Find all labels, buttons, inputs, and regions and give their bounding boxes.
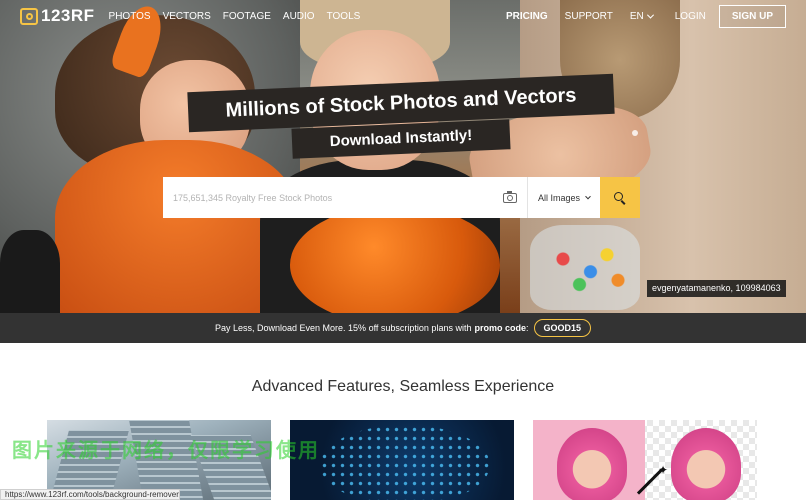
feature-card-buildings[interactable]: [47, 420, 271, 500]
chevron-down-icon: [646, 11, 654, 19]
brand-logo[interactable]: 123RF: [20, 6, 95, 26]
status-bar-url: https://www.123rf.com/tools/background-r…: [0, 489, 180, 500]
feature-card-ai-network[interactable]: [290, 420, 514, 500]
login-link[interactable]: LOGIN: [675, 11, 706, 22]
image-type-select[interactable]: All Images: [528, 177, 600, 218]
building-image: [190, 435, 271, 500]
nav-vectors[interactable]: VECTORS: [163, 11, 211, 22]
language-label: EN: [629, 10, 644, 22]
account-menu: PRICING SUPPORT EN LOGIN SIGN UP: [506, 4, 786, 28]
search-input[interactable]: [163, 177, 503, 218]
language-selector[interactable]: EN: [629, 10, 654, 22]
feature-card-background-remover[interactable]: ✦: [533, 420, 757, 500]
hero-photo-shadow: [0, 230, 60, 313]
search-button[interactable]: [600, 177, 640, 218]
promo-bar: Pay Less, Download Even More. 15% off su…: [0, 313, 806, 343]
info-dot-icon[interactable]: [632, 130, 638, 136]
logo-text: 123RF: [41, 6, 95, 25]
promo-code-label: promo code: [474, 323, 526, 333]
signup-button[interactable]: SIGN UP: [718, 4, 786, 28]
main-menu: PHOTOS VECTORS FOOTAGE AUDIO TOOLS: [109, 11, 361, 22]
portrait-cutout: [671, 428, 741, 500]
hero-photo-candy-jar: [530, 225, 640, 310]
nav-audio[interactable]: AUDIO: [283, 11, 315, 22]
nav-tools[interactable]: TOOLS: [327, 11, 361, 22]
promo-colon: :: [525, 323, 529, 333]
features-heading: Advanced Features, Seamless Experience: [251, 378, 555, 395]
network-graphic: [320, 425, 490, 500]
logo-camera-icon: [20, 7, 38, 25]
page: 123RF PHOTOS VECTORS FOOTAGE AUDIO TOOLS…: [0, 0, 806, 500]
sparkle-icon: ✦: [658, 463, 669, 477]
hero-photo-pumpkin: [290, 205, 500, 313]
search-bar: All Images: [163, 177, 640, 218]
promo-code-badge[interactable]: GOOD15: [533, 319, 592, 337]
promo-text: Pay Less, Download Even More. 15% off su…: [214, 323, 472, 333]
top-navigation: 123RF PHOTOS VECTORS FOOTAGE AUDIO TOOLS…: [0, 0, 806, 32]
search-icon: [614, 191, 626, 204]
chevron-down-icon: [585, 193, 591, 199]
hero-banner: 123RF PHOTOS VECTORS FOOTAGE AUDIO TOOLS…: [0, 0, 806, 313]
nav-support[interactable]: SUPPORT: [565, 11, 613, 22]
building-image: [129, 420, 205, 500]
camera-icon[interactable]: [502, 190, 517, 203]
nav-pricing[interactable]: PRICING: [506, 11, 548, 22]
nav-footage[interactable]: FOOTAGE: [223, 11, 271, 22]
nav-photos[interactable]: PHOTOS: [109, 11, 151, 22]
portrait-original: [557, 428, 627, 500]
image-type-label: All Images: [537, 192, 580, 203]
photo-credit: evgenyatamanenko, 109984063: [647, 280, 786, 297]
